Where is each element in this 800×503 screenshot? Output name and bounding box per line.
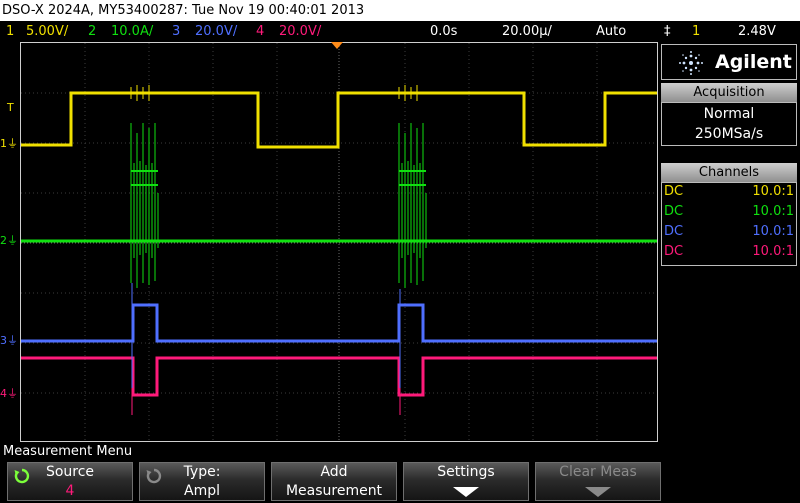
sample-rate: 250MSa/s: [694, 126, 764, 142]
channel-status-bar[interactable]: 1 5.00V/ 2 10.0A/ 3 20.0V/ 4 20.0V/ 0.0s…: [0, 21, 800, 42]
brand-name: Agilent: [715, 51, 792, 73]
time-delay[interactable]: 0.0s: [430, 21, 457, 42]
channel-row-2: DC 10.0:1: [664, 204, 794, 219]
ch1-scale[interactable]: 5.00V/: [26, 21, 68, 42]
waveform-display[interactable]: [20, 42, 658, 442]
add-label-line2: Measurement: [285, 483, 383, 499]
settings-label: Settings: [437, 464, 495, 480]
ch3-ground-marker[interactable]: 3⏚: [0, 334, 18, 347]
source-softkey[interactable]: Source 4: [7, 462, 133, 501]
ground-icon: ⏚: [7, 334, 18, 347]
trigger-position-icon[interactable]: [331, 42, 345, 50]
trigger-source[interactable]: 1: [692, 21, 700, 42]
ground-icon: ⏚: [7, 387, 18, 400]
clear-meas-softkey[interactable]: Clear Meas: [535, 462, 661, 501]
ground-icon: ⏚: [7, 234, 18, 247]
clear-label: Clear Meas: [559, 464, 637, 480]
trigger-level[interactable]: 2.48V: [738, 21, 776, 42]
ch2-ground-marker[interactable]: 2⏚: [0, 234, 18, 247]
title-bar: DSO-X 2024A, MY53400287: Tue Nov 19 00:4…: [0, 0, 800, 21]
ch1-ground-marker[interactable]: 1⏚: [0, 137, 18, 150]
channel-row-1: DC 10.0:1: [664, 184, 794, 199]
ch2-number[interactable]: 2: [88, 21, 96, 42]
trigger-mode[interactable]: Auto: [596, 21, 626, 42]
title-text: DSO-X 2024A, MY53400287: Tue Nov 19 00:4…: [2, 3, 365, 18]
add-measurement-softkey[interactable]: Add Measurement: [271, 462, 397, 501]
submenu-arrow-icon: [453, 487, 479, 497]
trigger-slope-icon: ‡: [664, 24, 671, 39]
time-scale[interactable]: 20.00µ/: [502, 21, 552, 42]
channel-row-3: DC 10.0:1: [664, 224, 794, 239]
type-value: Ampl: [184, 483, 220, 499]
menu-title: Measurement Menu: [3, 444, 133, 459]
agilent-logo: Agilent: [661, 44, 797, 80]
graticule: [21, 43, 657, 441]
ch1-trace: [21, 85, 657, 149]
acquisition-box[interactable]: Normal 250MSa/s: [661, 102, 797, 146]
submenu-arrow-icon: [585, 487, 611, 497]
acquisition-mode: Normal: [703, 106, 755, 122]
ch4-number[interactable]: 4: [256, 21, 264, 42]
spark-icon: [679, 51, 703, 75]
channel-row-4: DC 10.0:1: [664, 244, 794, 259]
add-label: Add: [320, 464, 348, 480]
ch3-scale[interactable]: 20.0V/: [195, 21, 237, 42]
source-value: 4: [65, 483, 75, 499]
channels-header: Channels: [661, 163, 797, 182]
ch3-number[interactable]: 3: [172, 21, 180, 42]
ch2-scale[interactable]: 10.0A/: [111, 21, 153, 42]
acquisition-header: Acquisition: [661, 83, 797, 102]
type-label: Type:: [183, 464, 221, 480]
ch4-scale[interactable]: 20.0V/: [279, 21, 321, 42]
type-softkey[interactable]: Type: Ampl: [139, 462, 265, 501]
ch4-ground-marker[interactable]: 4⏚: [0, 387, 18, 400]
side-panel: Agilent Acquisition Normal 250MSa/s Chan…: [661, 44, 797, 266]
settings-softkey[interactable]: Settings: [403, 462, 529, 501]
ch1-number[interactable]: 1: [6, 21, 14, 42]
source-label: Source: [45, 464, 95, 480]
trigger-level-marker[interactable]: T: [7, 102, 14, 113]
ground-icon: ⏚: [7, 137, 18, 150]
